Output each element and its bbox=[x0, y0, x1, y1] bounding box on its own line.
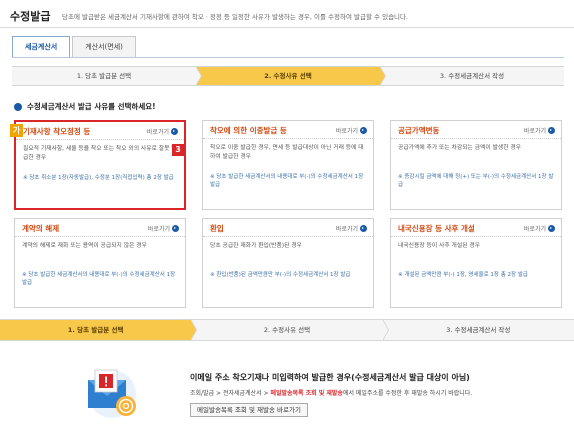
shortcut-label: 바로가기 bbox=[523, 128, 546, 135]
step-1: 1. 당초 발급분 선택 bbox=[0, 319, 198, 341]
page-title: 수정발급 bbox=[10, 10, 51, 23]
step-label: 1. 당초 발급분 선택 bbox=[76, 72, 132, 80]
bullet-icon bbox=[14, 102, 22, 111]
annotation-marker-ga: 가 bbox=[10, 124, 23, 137]
go-arrow-icon bbox=[360, 225, 367, 232]
card-note: ※ 당초 취소분 1장(자동발급), 수정분 1장(직접입력) 총 2장 발급 bbox=[23, 175, 174, 181]
reason-card-contract-cancel[interactable]: 계약의 해제 바로가기 계약의 해제로 재화 또는 용역이 공급되지 않은 경우… bbox=[14, 218, 186, 308]
card-body: 계약의 해제로 재화 또는 용역이 공급되지 않은 경우 bbox=[22, 243, 147, 249]
step-label: 3. 수정세금계산서 작성 bbox=[439, 72, 505, 80]
shortcut-link[interactable]: 바로가기 bbox=[524, 126, 555, 135]
go-arrow-icon bbox=[360, 127, 367, 134]
card-title: 내국신용장 등 사후 개설 bbox=[398, 224, 475, 233]
tabs-divider bbox=[12, 57, 564, 58]
step-indicator-top: 1. 당초 발급분 선택 2. 수정사유 선택 3. 수정세금계산서 작성 bbox=[12, 66, 564, 86]
card-title: 환입 bbox=[210, 224, 224, 233]
reason-card-local-lc[interactable]: 내국신용장 등 사후 개설 바로가기 내국신용장 등이 사후 개설된 경우 ※ … bbox=[390, 218, 562, 308]
desc-suffix: 에서 메일주소를 수정한 후 재발송 하시기 바랍니다. bbox=[342, 390, 473, 397]
notice-title: 이메일 주소 착오기재나 미입력하여 발급한 경우(수정세금계산서 발급 대상이… bbox=[190, 373, 470, 382]
step-1: 1. 당초 발급분 선택 bbox=[12, 66, 202, 86]
step-arrow-icon bbox=[381, 319, 388, 341]
tab-invoice-exempt[interactable]: 계산서(면세) bbox=[72, 36, 136, 58]
card-note: ※ 환입(반품)된 금액만큼만 부(-)의 수정세금계산서 1장 발급 bbox=[210, 272, 351, 278]
step-arrow-icon bbox=[195, 66, 201, 86]
page-description: 당초에 발급받은 세금계산서 기재사항에 관하여 착오ㆍ정정 등 일정한 사유가… bbox=[62, 13, 409, 21]
reason-card-supply-change[interactable]: 공급가액변동 바로가기 공급가액에 추가 또는 차감되는 금액이 발생한 경우 … bbox=[390, 120, 562, 210]
card-body: 내국신용장 등이 사후 개설된 경우 bbox=[398, 243, 481, 249]
shortcut-link[interactable]: 바로가기 bbox=[336, 126, 367, 135]
step-label: 2. 수정사유 선택 bbox=[263, 326, 311, 334]
shortcut-label: 바로가기 bbox=[335, 226, 358, 233]
shortcut-label: 바로가기 bbox=[146, 129, 169, 136]
card-title: 공급가액변동 bbox=[398, 126, 440, 135]
step-3: 3. 수정세금계산서 작성 bbox=[380, 67, 564, 85]
card-note: ※ 당초 발급한 세금계산서의 내용대로 부(-)의 수정세금계산서 1장 발급 bbox=[210, 174, 364, 188]
card-body: 착오로 이중 발급한 경우, 면세 등 발급대상이 아닌 거래 등에 대하여 발… bbox=[210, 145, 364, 160]
email-notice: 이메일 주소 착오기재나 미입력하여 발급한 경우(수정세금계산서 발급 대상이… bbox=[82, 360, 562, 430]
shortcut-label: 바로가기 bbox=[523, 226, 546, 233]
step-label: 2. 수정사유 선택 bbox=[264, 72, 312, 80]
card-body: 당초 공급한 재화가 환입(반품)된 경우 bbox=[210, 243, 302, 249]
step-indicator-bottom: 1. 당초 발급분 선택 2. 수정사유 선택 3. 수정세금계산서 작성 bbox=[0, 319, 574, 341]
card-header: 계약의 해제 바로가기 bbox=[15, 219, 185, 237]
step-label: 3. 수정세금계산서 작성 bbox=[446, 326, 511, 334]
card-note: ※ 개설된 금액만큼 부(-) 1장, 영세율로 1장 총 2장 발급 bbox=[398, 272, 528, 278]
card-header: 내국신용장 등 사후 개설 바로가기 bbox=[391, 219, 561, 237]
shortcut-label: 바로가기 bbox=[147, 226, 170, 233]
reason-card-duplicate[interactable]: 착오에 의한 이중발급 등 바로가기 착오로 이중 발급한 경우, 면세 등 발… bbox=[202, 120, 374, 210]
reason-card-correction[interactable]: 기재사항 착오정정 등 바로가기 필요적 기재사항, 세율 등을 착오 또는 착… bbox=[14, 120, 186, 210]
card-note: ※ 증감시킬 금액에 대해 정(+) 또는 부(-)의 수정세금계산서 1장 발… bbox=[398, 174, 554, 188]
tab-tax-invoice[interactable]: 세금계산서 bbox=[12, 36, 71, 58]
invoice-type-tabs: 세금계산서 계산서(면세) bbox=[12, 36, 138, 58]
shortcut-link[interactable]: 바로가기 bbox=[524, 224, 555, 233]
go-arrow-icon bbox=[172, 225, 179, 232]
shortcut-link[interactable]: 바로가기 bbox=[336, 224, 367, 233]
card-body: 필요적 기재사항, 세율 등을 착오 또는 착오 외의 사유로 잘못 발급한 경… bbox=[23, 146, 177, 161]
desc-highlight: 메일발송목록 조회 및 재발송 bbox=[270, 390, 343, 397]
title-bar: 수정발급 당초에 발급받은 세금계산서 기재사항에 관하여 착오ㆍ정정 등 일정… bbox=[0, 0, 574, 28]
desc-prefix: 조회/발급 > 전자세금계산서 > bbox=[190, 390, 271, 397]
step-arrow-icon bbox=[190, 319, 197, 341]
card-header: 공급가액변동 바로가기 bbox=[391, 121, 561, 139]
shortcut-label: 바로가기 bbox=[335, 128, 358, 135]
card-title: 착오에 의한 이중발급 등 bbox=[210, 126, 287, 135]
step-3: 3. 수정세금계산서 작성 bbox=[382, 320, 574, 340]
card-header: 환입 바로가기 bbox=[203, 219, 373, 237]
step-2: 2. 수정사유 선택 bbox=[196, 66, 386, 86]
notice-description: 조회/발급 > 전자세금계산서 > 메일발송목록 조회 및 재발송에서 메일주소… bbox=[190, 388, 472, 397]
mail-list-shortcut-button[interactable]: 메일발송목록 조회 및 재발송 바로가기 bbox=[190, 403, 308, 417]
card-header: 기재사항 착오정정 등 바로가기 bbox=[16, 122, 184, 140]
annotation-marker-3: 3 bbox=[172, 144, 184, 156]
card-title: 계약의 해제 bbox=[22, 224, 60, 233]
card-note: ※ 당초 발급한 세금계산서의 내용대로 부(-)의 수정세금계산서 1장 발급 bbox=[22, 272, 176, 286]
subheading-text: 수정세금계산서 발급 사유를 선택하세요! bbox=[27, 102, 156, 111]
reason-card-return[interactable]: 환입 바로가기 당초 공급한 재화가 환입(반품)된 경우 ※ 환입(반품)된 … bbox=[202, 218, 374, 308]
shortcut-link[interactable]: 바로가기 bbox=[147, 127, 178, 136]
card-header: 착오에 의한 이중발급 등 바로가기 bbox=[203, 121, 373, 139]
go-arrow-icon bbox=[171, 128, 178, 135]
reason-subheading: 수정세금계산서 발급 사유를 선택하세요! bbox=[14, 101, 156, 112]
go-arrow-icon bbox=[548, 127, 555, 134]
step-label: 1. 당초 발급분 선택 bbox=[67, 326, 124, 334]
step-2: 2. 수정사유 선택 bbox=[191, 319, 389, 341]
shortcut-link[interactable]: 바로가기 bbox=[148, 224, 179, 233]
go-arrow-icon bbox=[548, 225, 555, 232]
card-title: 기재사항 착오정정 등 bbox=[23, 127, 91, 136]
step-arrow-icon bbox=[379, 66, 385, 86]
mail-warning-icon bbox=[88, 369, 136, 418]
card-body: 공급가액에 추가 또는 차감되는 금액이 발생한 경우 bbox=[398, 145, 522, 151]
